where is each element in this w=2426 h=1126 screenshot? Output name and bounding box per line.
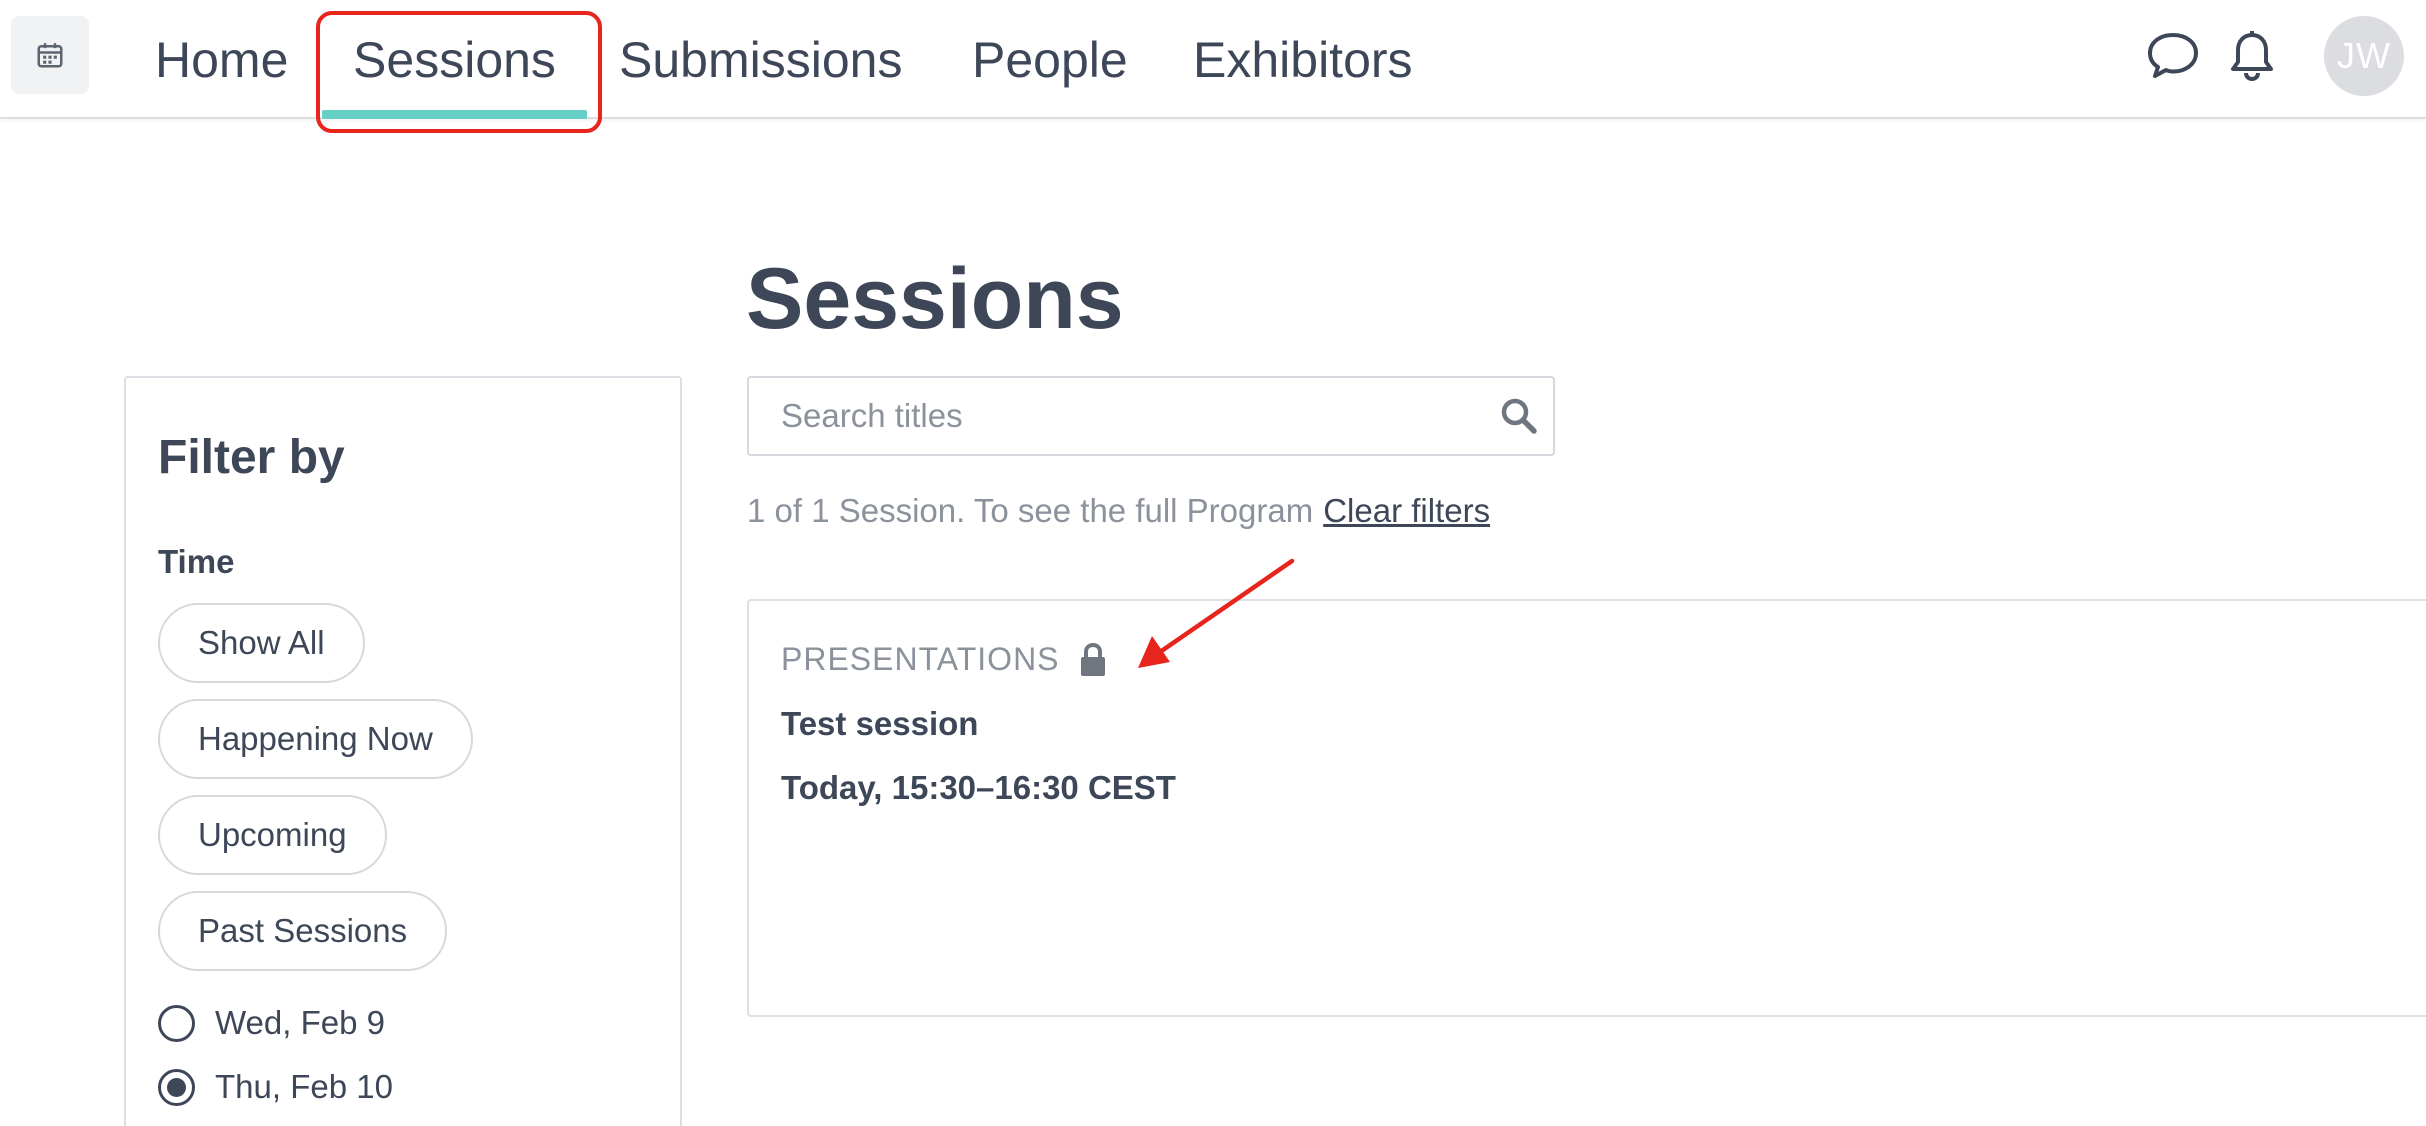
clear-filters-link[interactable]: Clear filters	[1323, 492, 1490, 529]
tab-exhibitors[interactable]: Exhibitors	[1193, 0, 1413, 119]
chat-icon	[2148, 33, 2198, 78]
avatar-initials: JW	[2337, 35, 2391, 76]
date-label: Wed, Feb 9	[215, 1004, 385, 1041]
tab-people-label: People	[972, 31, 1128, 88]
session-type: PRESENTATIONS	[781, 641, 1108, 678]
session-time: Today, 15:30–16:30 CEST	[781, 769, 1176, 806]
bell-icon	[2231, 31, 2273, 82]
search-input[interactable]	[749, 378, 1489, 454]
show-all-button[interactable]: Show All	[158, 603, 365, 683]
active-tab-indicator	[322, 110, 587, 119]
time-filter-label: Time	[158, 543, 235, 580]
search-box	[747, 376, 1555, 456]
user-avatar[interactable]: JW	[2324, 16, 2404, 96]
calendar-app-button[interactable]	[11, 16, 89, 94]
top-nav-bar: Home Sessions Submissions People Exhibit…	[0, 0, 2426, 119]
tab-submissions[interactable]: Submissions	[619, 0, 902, 119]
search-icon[interactable]	[1499, 396, 1539, 436]
tab-sessions-label: Sessions	[353, 31, 556, 88]
page-title: Sessions	[746, 251, 1124, 347]
tab-home-label: Home	[155, 31, 289, 88]
calendar-icon	[37, 43, 63, 68]
tab-home[interactable]: Home	[155, 0, 288, 119]
happening-now-button[interactable]: Happening Now	[158, 699, 473, 779]
upcoming-button[interactable]: Upcoming	[158, 795, 387, 875]
radio-dot	[167, 1077, 186, 1097]
tab-sessions[interactable]: Sessions	[322, 0, 587, 119]
results-count-text: 1 of 1 Session. To see the full Program	[747, 492, 1314, 529]
radio-unselected[interactable]	[158, 1004, 195, 1042]
tab-people[interactable]: People	[972, 0, 1128, 119]
results-summary: 1 of 1 Session. To see the full Program C…	[747, 492, 1490, 530]
chat-button[interactable]	[2143, 26, 2203, 86]
session-title: Test session	[781, 705, 979, 742]
session-card[interactable]: PRESENTATIONS Test session Today, 15:30–…	[747, 599, 2426, 1017]
lock-icon	[1080, 642, 1105, 676]
tab-exhibitors-label: Exhibitors	[1193, 31, 1413, 88]
date-option-thu-feb-10[interactable]: Thu, Feb 10	[158, 1068, 393, 1106]
filter-title: Filter by	[158, 431, 345, 484]
tab-submissions-label: Submissions	[619, 31, 903, 88]
past-sessions-button[interactable]: Past Sessions	[158, 891, 448, 971]
date-option-wed-feb-9[interactable]: Wed, Feb 9	[158, 1004, 385, 1042]
date-label: Thu, Feb 10	[215, 1068, 393, 1105]
filter-panel: Filter by Time Show All Happening Now Up…	[124, 376, 682, 1126]
radio-selected[interactable]	[158, 1068, 195, 1106]
session-type-label: PRESENTATIONS	[781, 641, 1060, 677]
notifications-button[interactable]	[2222, 26, 2282, 86]
